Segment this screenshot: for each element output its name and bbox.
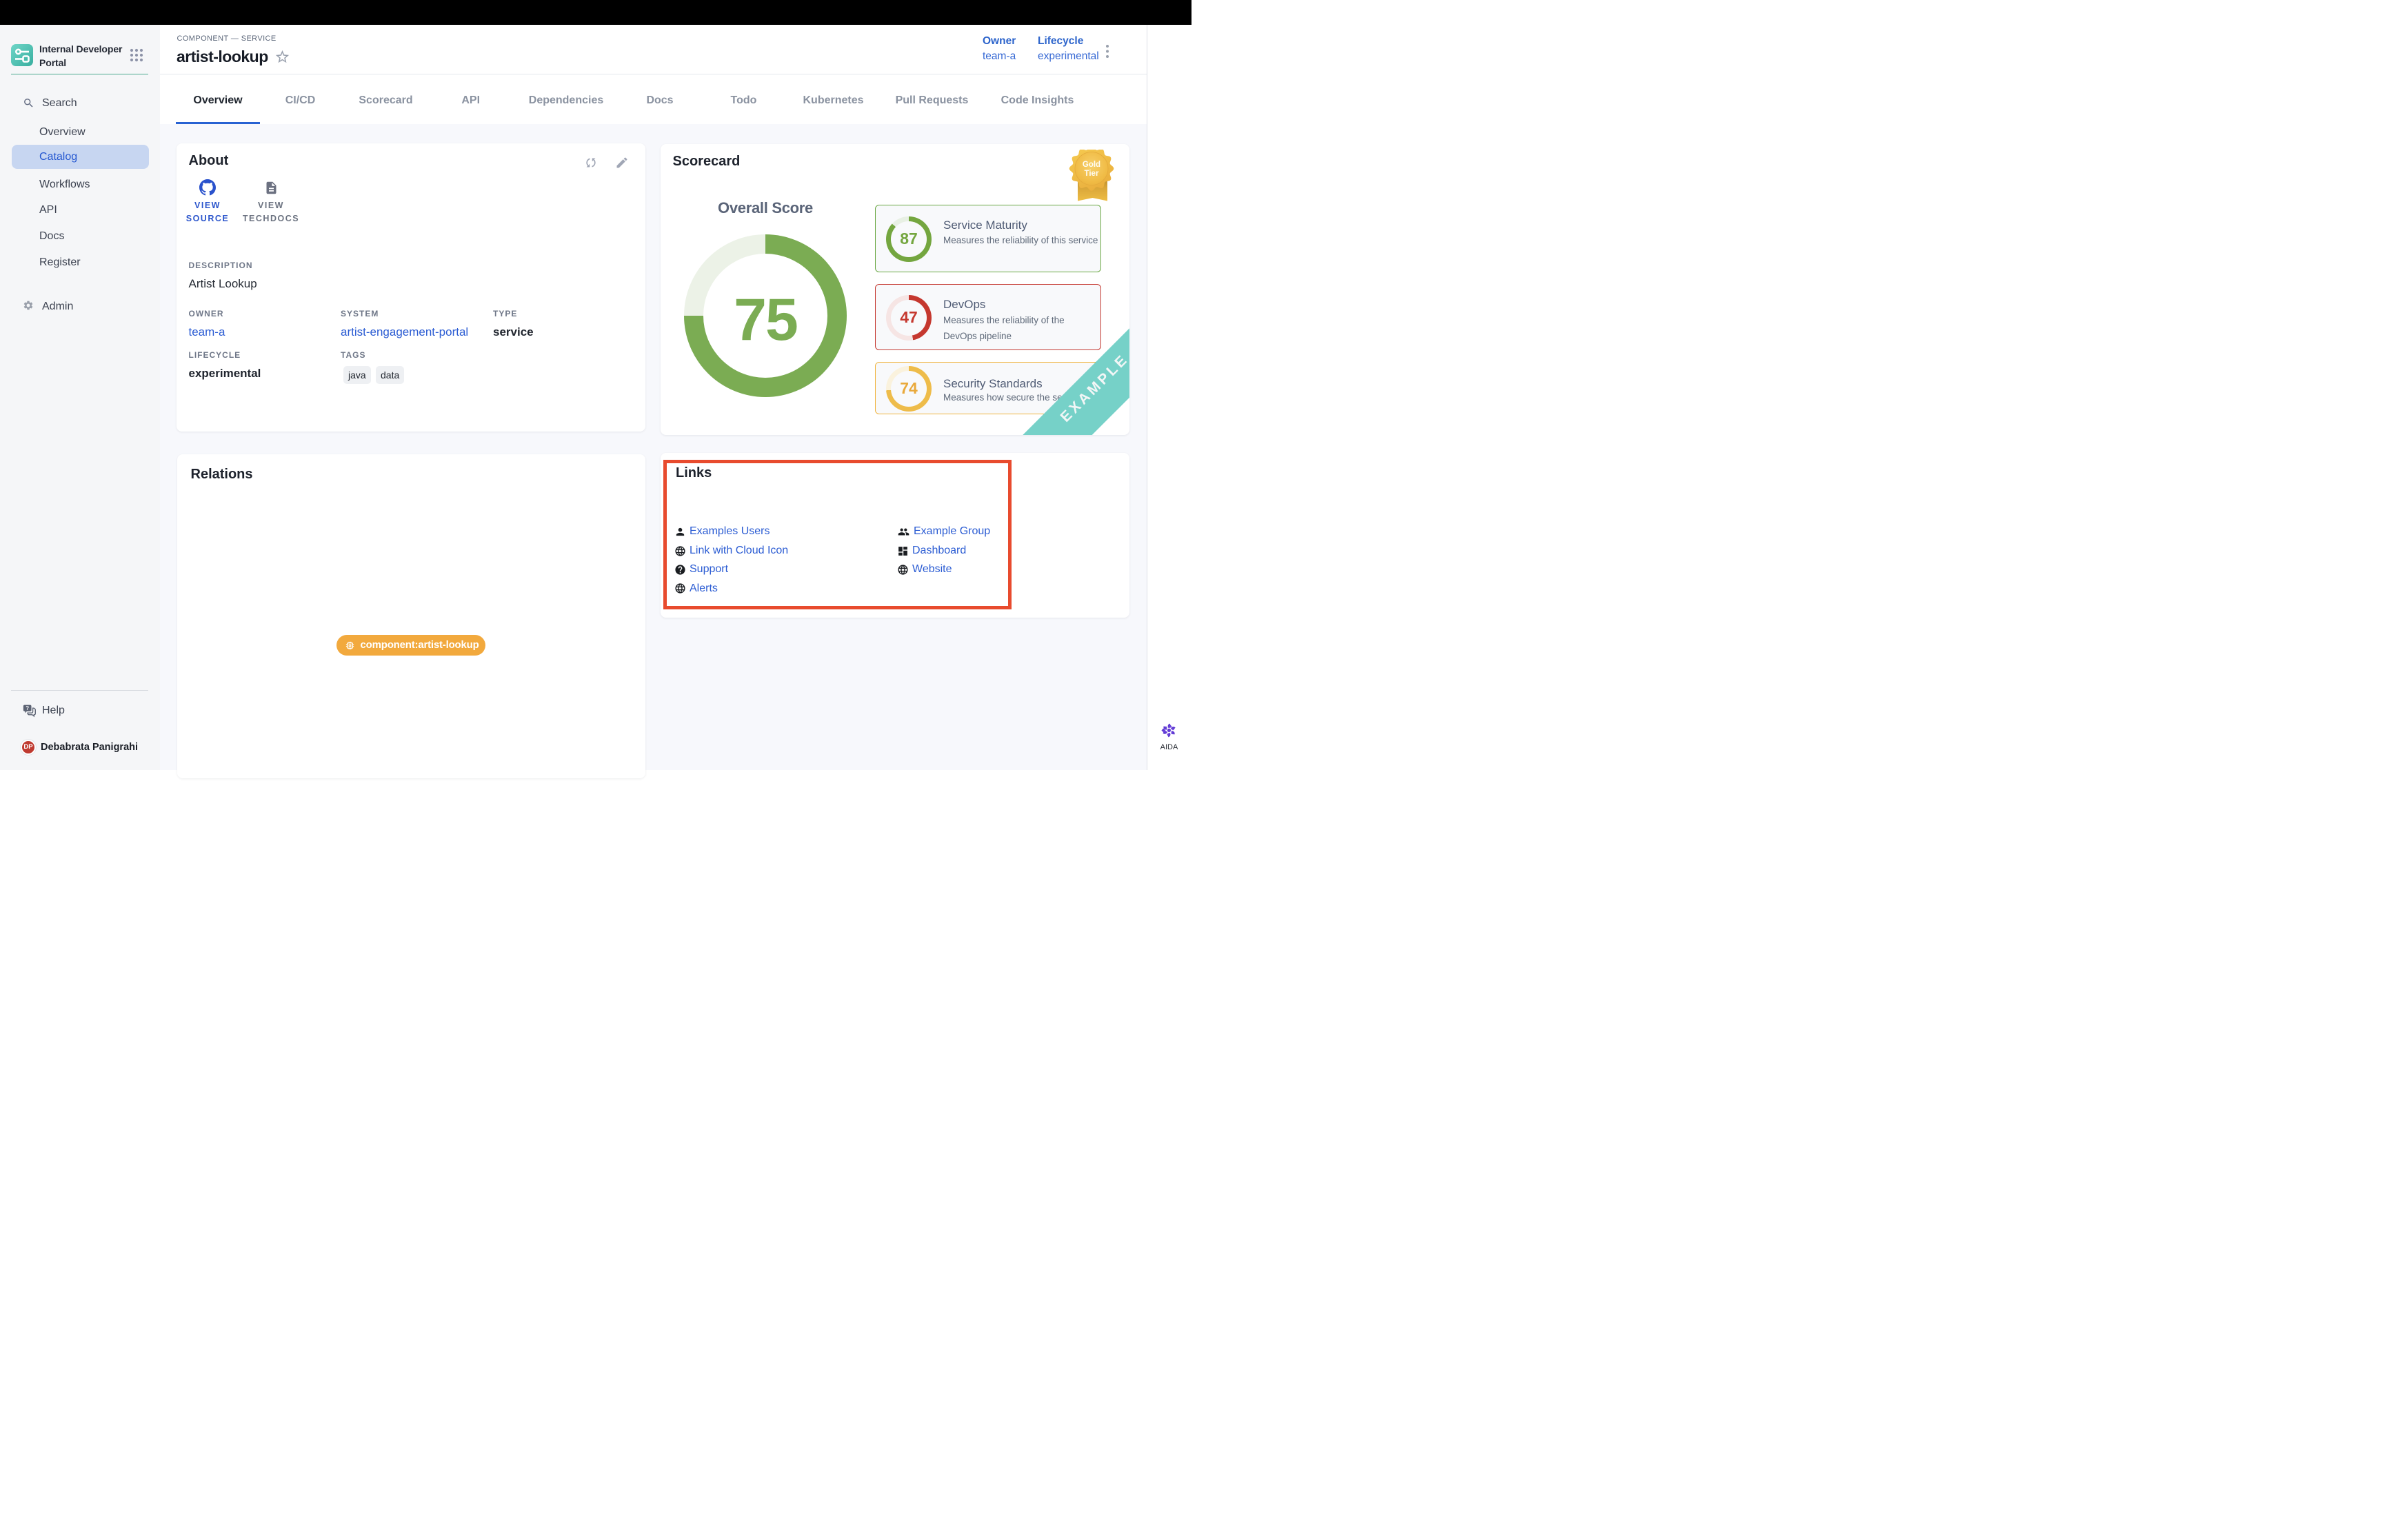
svg-text:Gold: Gold [1083, 161, 1100, 169]
svg-text:?: ? [26, 705, 29, 711]
svg-text:Tier: Tier [1085, 170, 1099, 178]
